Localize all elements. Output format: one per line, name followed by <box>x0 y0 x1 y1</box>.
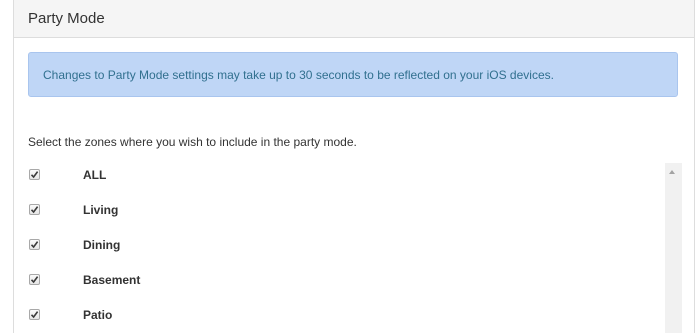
zone-item-living[interactable]: Living <box>14 195 682 229</box>
zone-label: ALL <box>83 168 107 182</box>
checkmark-icon <box>30 311 39 319</box>
chevron-up-icon[interactable] <box>669 170 675 174</box>
checkmark-icon <box>30 241 39 249</box>
zone-instructions: Select the zones where you wish to inclu… <box>28 135 357 149</box>
zone-label: Patio <box>83 308 113 322</box>
checkmark-icon <box>30 206 39 214</box>
zone-item-patio[interactable]: Patio <box>14 300 682 333</box>
zone-checkbox-patio[interactable] <box>29 309 40 320</box>
alert-text: Changes to Party Mode settings may take … <box>43 68 554 82</box>
checkmark-icon <box>30 171 39 179</box>
panel-heading: Party Mode <box>14 0 694 38</box>
zone-label: Living <box>83 203 119 217</box>
checkmark-icon <box>30 276 39 284</box>
zone-item-dining[interactable]: Dining <box>14 230 682 264</box>
zone-item-basement[interactable]: Basement <box>14 265 682 299</box>
zone-list-scrollbar[interactable] <box>665 163 682 333</box>
info-alert: Changes to Party Mode settings may take … <box>28 52 678 97</box>
party-mode-panel: Party Mode Changes to Party Mode setting… <box>13 0 695 333</box>
zone-checkbox-all[interactable] <box>29 169 40 180</box>
panel-title: Party Mode <box>28 10 105 27</box>
zone-checkbox-living[interactable] <box>29 204 40 215</box>
zone-item-all[interactable]: ALL <box>14 160 682 194</box>
zone-list: ALL Living Dining Basement Patio <box>14 160 682 333</box>
zone-checkbox-dining[interactable] <box>29 239 40 250</box>
zone-label: Basement <box>83 273 141 287</box>
zone-checkbox-basement[interactable] <box>29 274 40 285</box>
zone-label: Dining <box>83 238 121 252</box>
